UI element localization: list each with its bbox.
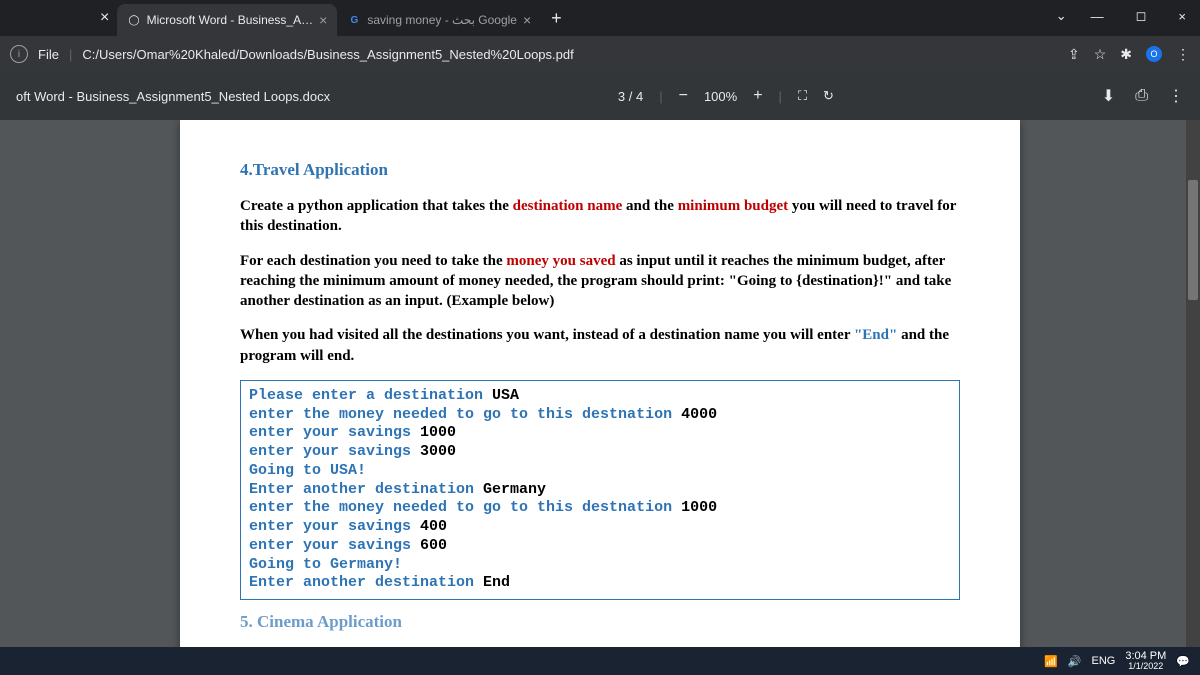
input-value: 600 bbox=[420, 537, 447, 554]
download-icon[interactable]: ⬇ bbox=[1102, 86, 1115, 106]
input-value: USA bbox=[492, 387, 519, 404]
highlight-text: minimum budget bbox=[678, 198, 792, 214]
share-icon[interactable]: ⇪ bbox=[1068, 46, 1080, 63]
tab-google-search[interactable]: G saving money - بحث Google × bbox=[337, 4, 541, 36]
paragraph: Create a python application that takes t… bbox=[240, 196, 960, 237]
prompt: enter your savings bbox=[249, 443, 420, 460]
print-icon[interactable]: ⎙ bbox=[1135, 87, 1148, 105]
input-value: 4000 bbox=[681, 406, 717, 423]
notifications-icon[interactable]: 💬 bbox=[1176, 655, 1190, 668]
window-maximize[interactable]: ◻ bbox=[1128, 4, 1155, 28]
page-indicator[interactable]: 3 / 4 bbox=[618, 89, 643, 104]
section-heading: 5. Cinema Application bbox=[240, 612, 960, 632]
fit-page-icon[interactable]: ⛶ bbox=[798, 88, 807, 104]
scroll-thumb[interactable] bbox=[1188, 180, 1198, 300]
input-value: 1000 bbox=[420, 424, 456, 441]
new-tab-button[interactable]: + bbox=[551, 8, 562, 29]
text: and the bbox=[626, 198, 678, 214]
site-info-icon[interactable]: i bbox=[10, 45, 28, 63]
extensions-icon[interactable]: ✱ bbox=[1120, 46, 1132, 63]
tab-strip: × ◯ Microsoft Word - Business_Assig × G … bbox=[0, 0, 1200, 36]
prompt: enter the money needed to go to this des… bbox=[249, 499, 681, 516]
input-value: Germany bbox=[483, 481, 546, 498]
input-value: 1000 bbox=[681, 499, 717, 516]
output-line: Going to USA! bbox=[249, 462, 366, 479]
output-line: Going to Germany! bbox=[249, 556, 402, 573]
prompt: Enter another destination bbox=[249, 574, 483, 591]
menu-icon[interactable]: ⋮ bbox=[1176, 46, 1190, 63]
text: Create a python application that takes t… bbox=[240, 198, 513, 214]
input-value: End bbox=[483, 574, 510, 591]
zoom-level: 100% bbox=[704, 89, 737, 104]
window-chevron-icon[interactable]: ⌄ bbox=[1056, 8, 1067, 24]
prompt: enter your savings bbox=[249, 518, 420, 535]
zoom-out-button[interactable]: − bbox=[679, 87, 688, 105]
clock-date: 1/1/2022 bbox=[1125, 662, 1166, 672]
input-value: 3000 bbox=[420, 443, 456, 460]
section-heading: 4.Travel Application bbox=[240, 160, 960, 180]
highlight-text: "End" bbox=[854, 327, 901, 343]
scrollbar[interactable] bbox=[1186, 120, 1200, 675]
more-icon[interactable]: ⋮ bbox=[1168, 86, 1184, 106]
sound-icon[interactable]: 🔊 bbox=[1068, 655, 1082, 668]
zoom-in-button[interactable]: + bbox=[753, 87, 762, 105]
window-close[interactable]: × bbox=[1170, 5, 1194, 28]
tab-word-pdf[interactable]: ◯ Microsoft Word - Business_Assig × bbox=[117, 4, 337, 36]
prompt: enter your savings bbox=[249, 424, 420, 441]
taskbar: 📶 🔊 ENG 3:04 PM 1/1/2022 💬 bbox=[0, 647, 1200, 675]
tab-label: saving money - بحث Google bbox=[367, 13, 517, 27]
bookmark-star-icon[interactable]: ☆ bbox=[1094, 46, 1107, 63]
highlight-text: money you saved bbox=[506, 253, 619, 269]
prompt: Enter another destination bbox=[249, 481, 483, 498]
tab-label: Microsoft Word - Business_Assig bbox=[147, 13, 314, 27]
tab-close-icon[interactable]: × bbox=[523, 12, 531, 28]
pdf-document-title: oft Word - Business_Assignment5_Nested L… bbox=[16, 89, 350, 104]
paragraph: When you had visited all the destination… bbox=[240, 325, 960, 366]
pdf-viewer: 4.Travel Application Create a python app… bbox=[0, 120, 1200, 675]
url-path[interactable]: C:/Users/Omar%20Khaled/Downloads/Busines… bbox=[82, 47, 1058, 62]
highlight-text: destination name bbox=[513, 198, 626, 214]
console-output: Please enter a destination USA enter the… bbox=[240, 380, 960, 600]
prompt: enter your savings bbox=[249, 537, 420, 554]
language-indicator[interactable]: ENG bbox=[1091, 655, 1115, 667]
prompt: Please enter a destination bbox=[249, 387, 492, 404]
window-minimize[interactable]: — bbox=[1083, 5, 1112, 28]
text: When you had visited all the destination… bbox=[240, 327, 854, 343]
google-icon: G bbox=[347, 13, 361, 27]
url-scheme: File bbox=[38, 47, 59, 62]
address-bar: i File | C:/Users/Omar%20Khaled/Download… bbox=[0, 36, 1200, 72]
input-value: 400 bbox=[420, 518, 447, 535]
text: For each destination you need to take th… bbox=[240, 253, 506, 269]
rotate-icon[interactable]: ↻ bbox=[823, 88, 834, 104]
prompt: enter the money needed to go to this des… bbox=[249, 406, 681, 423]
pdf-toolbar: oft Word - Business_Assignment5_Nested L… bbox=[0, 72, 1200, 120]
close-icon[interactable]: × bbox=[100, 9, 109, 27]
tab-close-icon[interactable]: × bbox=[319, 12, 327, 28]
url-separator: | bbox=[69, 47, 72, 62]
chrome-pdf-icon: ◯ bbox=[127, 13, 140, 27]
profile-badge[interactable]: O bbox=[1146, 46, 1162, 62]
paragraph: For each destination you need to take th… bbox=[240, 251, 960, 312]
pdf-page: 4.Travel Application Create a python app… bbox=[180, 120, 1020, 675]
wifi-icon[interactable]: 📶 bbox=[1044, 655, 1058, 668]
